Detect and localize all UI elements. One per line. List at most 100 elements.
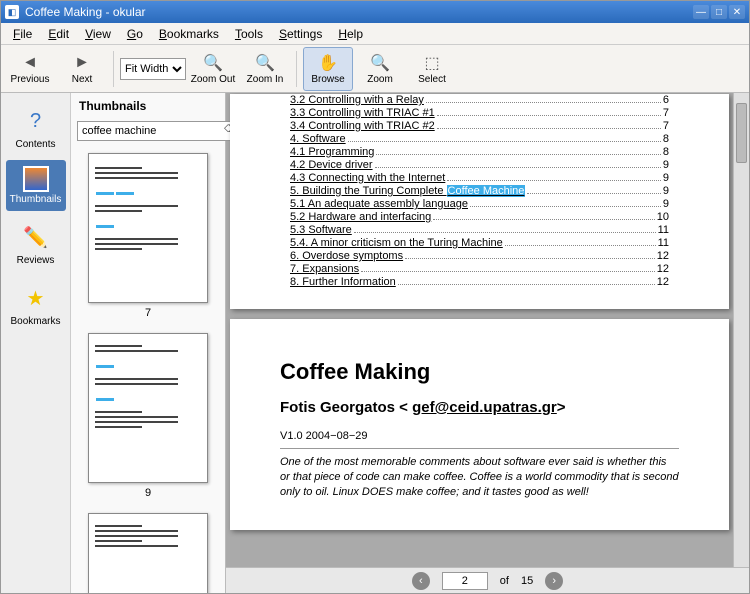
next-page-button[interactable]: › [545,572,563,590]
document-scroll[interactable]: 3.2 Controlling with a Relay63.3 Control… [226,93,749,567]
thumbnail-preview [88,333,208,483]
total-pages: 15 [521,575,533,587]
thumbnail-label: 9 [145,487,151,499]
zoom-in-button[interactable]: 🔍 Zoom In [240,47,290,91]
menu-edit[interactable]: Edit [40,25,77,43]
scrollbar-thumb[interactable] [736,103,747,163]
vertical-scrollbar[interactable] [733,93,749,567]
version-text: V1.0 2004−08−29 [280,430,679,442]
next-label: Next [72,74,93,85]
toc-page-number: 10 [657,211,669,223]
toc-link[interactable]: 5.3 Software [290,224,352,236]
toc-page-number: 11 [658,224,669,236]
toc-entry[interactable]: 5.4. A minor criticism on the Turing Mac… [290,237,669,249]
toc-leader-dots [437,115,661,116]
toolbar-separator [113,51,114,87]
toc-link[interactable]: 6. Overdose symptoms [290,250,403,262]
toc-link[interactable]: 5. Building the Turing Complete Coffee M… [290,185,525,197]
toc-entry[interactable]: 3.2 Controlling with a Relay 6 [290,94,669,106]
toc-page-number: 12 [657,276,669,288]
toc-page-number: 7 [663,107,669,119]
thumbnails-search: ⌫ 🔍 [71,119,225,147]
toc-entry[interactable]: 8. Further Information 12 [290,276,669,288]
menu-settings[interactable]: Settings [271,25,330,43]
toc-link[interactable]: 4.1 Programming [290,146,374,158]
toc-entry[interactable]: 4.1 Programming8 [290,146,669,158]
toc-entry[interactable]: 6. Overdose symptoms 12 [290,250,669,262]
toc-link[interactable]: 4.3 Connecting with the Internet [290,172,445,184]
main-area: ? Contents Thumbnails ✏️ Reviews ★ Bookm… [1,93,749,593]
search-highlight: Coffee Machine [447,185,526,197]
rail-bookmarks[interactable]: ★ Bookmarks [6,276,66,333]
question-icon: ? [20,105,52,137]
search-input[interactable] [77,121,241,141]
toc-entry[interactable]: 3.4 Controlling with TRIAC #27 [290,120,669,132]
toc-link[interactable]: 3.4 Controlling with TRIAC #2 [290,120,435,132]
next-button[interactable]: ► Next [57,47,107,91]
toc-page-number: 12 [657,250,669,262]
toc-entry[interactable]: 4. Software8 [290,133,669,145]
toc-entry[interactable]: 5. Building the Turing Complete Coffee M… [290,185,669,197]
thumbnail-item[interactable] [71,513,225,593]
zoom-select[interactable]: Fit Width [120,58,186,80]
thumbnails-list[interactable]: 7 9 [71,147,225,593]
rail-reviews-label: Reviews [17,255,55,266]
rail-thumbnails[interactable]: Thumbnails [6,160,66,211]
toc-link[interactable]: 4.2 Device driver [290,159,373,171]
toc-entry[interactable]: 5.1 An adequate assembly language 9 [290,198,669,210]
toc-link[interactable]: 8. Further Information [290,276,396,288]
toc-link[interactable]: 5.2 Hardware and interfacing [290,211,431,223]
toc-page-number: 6 [663,94,669,106]
toc-leader-dots [376,154,661,155]
author-email-link[interactable]: gef@ceid.upatras.gr [412,399,557,416]
document-page-toc: 3.2 Controlling with a Relay63.3 Control… [230,94,729,309]
zoom-combo[interactable]: Fit Width [120,56,186,82]
menu-help[interactable]: Help [330,25,371,43]
toc-link[interactable]: 3.2 Controlling with a Relay [290,94,424,106]
pencil-icon: ✏️ [20,221,52,253]
menu-go[interactable]: Go [119,25,151,43]
toc-leader-dots [398,284,655,285]
document-area: 3.2 Controlling with a Relay63.3 Control… [226,93,749,593]
toc-page-number: 9 [663,185,669,197]
zoom-in-label: Zoom In [247,74,284,85]
menu-file[interactable]: File [5,25,40,43]
toc-leader-dots [433,219,655,220]
toolbar: ◄ Previous ► Next Fit Width 🔍 Zoom Out 🔍… [1,45,749,93]
menu-bookmarks[interactable]: Bookmarks [151,25,227,43]
zoom-out-button[interactable]: 🔍 Zoom Out [188,47,238,91]
toc-entry[interactable]: 4.2 Device driver9 [290,159,669,171]
toc-leader-dots [437,128,661,129]
toc-entry[interactable]: 5.3 Software 11 [290,224,669,236]
menu-tools[interactable]: Tools [227,25,271,43]
thumbnail-item[interactable]: 9 [71,333,225,499]
side-rail: ? Contents Thumbnails ✏️ Reviews ★ Bookm… [1,93,71,593]
toc-link[interactable]: 3.3 Controlling with TRIAC #1 [290,107,435,119]
menu-view[interactable]: View [77,25,119,43]
previous-button[interactable]: ◄ Previous [5,47,55,91]
select-button[interactable]: ⬚ Select [407,47,457,91]
toc-entry[interactable]: 5.2 Hardware and interfacing 10 [290,211,669,223]
thumbnail-item[interactable]: 7 [71,153,225,319]
toc-link[interactable]: 5.1 An adequate assembly language [290,198,468,210]
intro-paragraph: One of the most memorable comments about… [280,455,679,500]
toc-entry[interactable]: 4.3 Connecting with the Internet 9 [290,172,669,184]
toc-page-number: 9 [663,198,669,210]
toc-link[interactable]: 5.4. A minor criticism on the Turing Mac… [290,237,503,249]
previous-label: Previous [11,74,50,85]
maximize-button[interactable]: □ [711,5,727,19]
toc-page-number: 9 [663,172,669,184]
toc-leader-dots [447,180,661,181]
prev-page-button[interactable]: ‹ [412,572,430,590]
zoom-tool-button[interactable]: 🔍 Zoom [355,47,405,91]
toc-link[interactable]: 4. Software [290,133,346,145]
toc-link[interactable]: 7. Expansions [290,263,359,275]
toc-entry[interactable]: 3.3 Controlling with TRIAC #1 7 [290,107,669,119]
toc-entry[interactable]: 7. Expansions12 [290,263,669,275]
page-number-input[interactable] [442,572,488,590]
minimize-button[interactable]: — [693,5,709,19]
rail-reviews[interactable]: ✏️ Reviews [6,215,66,272]
browse-button[interactable]: ✋ Browse [303,47,353,91]
rail-contents[interactable]: ? Contents [6,99,66,156]
close-button[interactable]: ✕ [729,5,745,19]
